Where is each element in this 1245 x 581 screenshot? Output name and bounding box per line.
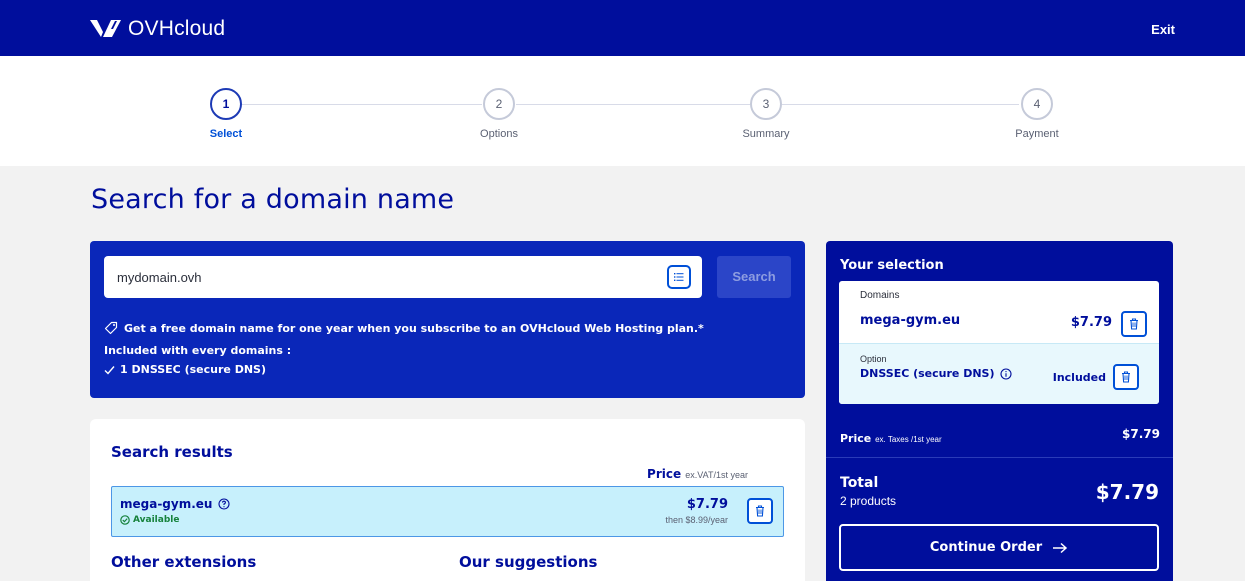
help-icon[interactable] [218, 498, 231, 510]
your-selection-panel: Your selection Domains mega-gym.eu $7.79… [826, 241, 1173, 581]
step-label: Select [209, 128, 243, 140]
price-value: $7.79 [1122, 427, 1160, 441]
divider [826, 457, 1173, 458]
tag-icon [104, 321, 118, 335]
list-icon [674, 273, 684, 281]
selection-card: Domains mega-gym.eu $7.79 Option DNSSEC … [839, 281, 1159, 404]
selected-domain-price: $7.79 [1070, 315, 1112, 330]
total-label: Total [840, 475, 879, 491]
page-title: Search for a domain name [91, 184, 455, 215]
suggestions-title: Our suggestions [459, 553, 598, 571]
check-circle-icon [120, 515, 130, 525]
price-summary-row: Price ex. Taxes /1st year $7.79 [840, 427, 1160, 446]
promo-text: Get a free domain name for one year when… [124, 321, 704, 335]
trash-icon [1130, 318, 1138, 330]
step-number: 2 [483, 88, 515, 120]
arrow-right-icon [1053, 542, 1068, 553]
check-icon [104, 365, 115, 375]
included-item: 1 DNSSEC (secure DNS) [104, 363, 266, 376]
ovhcloud-logo-icon [90, 20, 121, 37]
selected-option-row: Option DNSSEC (secure DNS) Included [839, 343, 1159, 404]
trash-icon [756, 505, 764, 517]
result-domain-name: mega-gym.eu [120, 497, 213, 511]
step-connector [242, 104, 482, 105]
continue-order-button[interactable]: Continue Order [839, 524, 1159, 571]
result-renewal-price: then $8.99/year [665, 515, 728, 525]
price-label: Price ex. Taxes /1st year [840, 432, 942, 445]
logo-text: OVHcloud [128, 17, 226, 40]
price-label-sub: ex. Taxes /1st year [875, 435, 942, 444]
total-products-count: 2 products [840, 494, 897, 508]
step-select[interactable]: 1 Select [176, 88, 276, 140]
search-field [104, 256, 702, 298]
search-results-card: Search results Price ex.VAT/1st year meg… [90, 419, 805, 581]
other-extensions-title: Other extensions [111, 553, 257, 571]
bulk-list-button[interactable] [667, 265, 691, 289]
option-label: Option [860, 354, 887, 364]
step-connector [516, 104, 750, 105]
main-content: Search for a domain name Search [0, 166, 1245, 581]
info-icon[interactable] [999, 367, 1012, 380]
option-name: DNSSEC (secure DNS) [860, 367, 1012, 380]
top-navigation-bar: OVHcloud Exit [0, 0, 1245, 56]
order-stepper: 1 Select 2 Options 3 Summary 4 Payment [0, 56, 1245, 166]
option-price: Included [1052, 371, 1106, 384]
price-header-sub: ex.VAT/1st year [685, 470, 748, 480]
domains-label: Domains [860, 290, 900, 301]
availability-label: Available [133, 515, 180, 525]
step-label: Summary [742, 128, 790, 140]
option-name-text: DNSSEC (secure DNS) [860, 367, 995, 380]
step-number: 1 [210, 88, 242, 120]
selection-title: Your selection [840, 258, 944, 273]
domain-search-panel: Search Get a free domain name for one ye… [90, 241, 805, 398]
search-button[interactable]: Search [717, 256, 791, 298]
remove-domain-button[interactable] [1121, 311, 1147, 337]
selected-domain: mega-gym.eu [860, 313, 961, 328]
step-summary[interactable]: 3 Summary [716, 88, 816, 140]
result-domain: mega-gym.eu [120, 497, 231, 511]
remove-result-button[interactable] [747, 498, 773, 524]
price-header-label: Price [647, 467, 682, 481]
step-number: 4 [1021, 88, 1053, 120]
step-label: Options [480, 128, 518, 140]
trash-icon [1122, 371, 1130, 383]
included-item-label: 1 DNSSEC (secure DNS) [120, 363, 266, 376]
included-title: Included with every domains : [104, 344, 292, 357]
step-options[interactable]: 2 Options [449, 88, 549, 140]
remove-option-button[interactable] [1113, 364, 1139, 390]
result-row[interactable]: mega-gym.eu Available $7.79 then $8.99/y… [111, 486, 784, 537]
domain-search-input[interactable] [104, 256, 664, 298]
step-connector [782, 104, 1019, 105]
step-number: 3 [750, 88, 782, 120]
total-value: $7.79 [1095, 480, 1159, 504]
ovhcloud-logo[interactable]: OVHcloud [90, 17, 225, 41]
step-label: Payment [1015, 128, 1059, 140]
exit-link[interactable]: Exit [1151, 22, 1175, 37]
availability-status: Available [120, 515, 179, 525]
continue-order-label: Continue Order [929, 540, 1043, 555]
step-payment[interactable]: 4 Payment [987, 88, 1087, 140]
search-results-title: Search results [111, 443, 233, 461]
price-column-header: Price ex.VAT/1st year [647, 467, 748, 481]
free-domain-promo: Get a free domain name for one year when… [104, 321, 704, 335]
price-label-text: Price [840, 432, 872, 445]
result-price: $7.79 [686, 497, 728, 512]
